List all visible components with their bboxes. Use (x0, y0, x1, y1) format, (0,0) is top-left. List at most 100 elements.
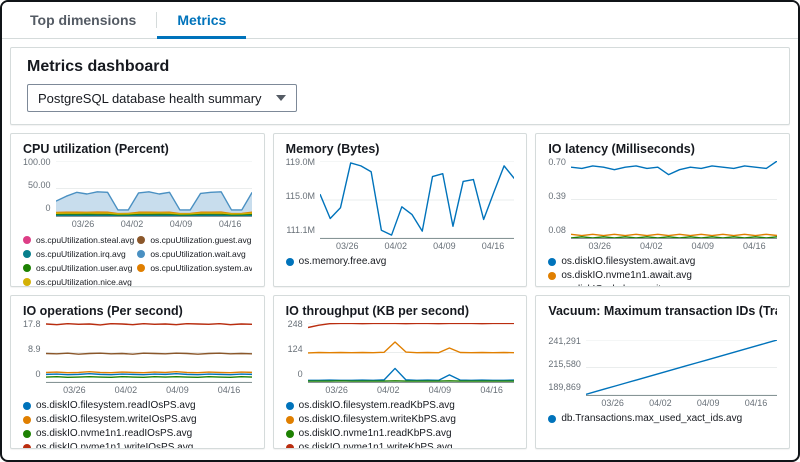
plot-area[interactable] (46, 323, 252, 383)
chart-title: IO latency (Milliseconds) (548, 142, 777, 156)
legend-label: os.cpuUtilization.user.avg (36, 262, 132, 274)
legend-item[interactable]: os.diskIO.filesystem.writeIOsPS.avg (23, 414, 197, 426)
x-axis-labels: 03/2604/0204/0904/16 (586, 396, 777, 408)
x-tick-label: 04/09 (166, 385, 189, 395)
legend-color-dot (23, 402, 31, 410)
y-tick-label: 8.9 (23, 344, 41, 354)
x-tick-label: 03/26 (325, 385, 348, 395)
x-tick-label: 04/02 (377, 385, 400, 395)
plot-area[interactable] (586, 340, 777, 396)
x-axis-labels: 03/2604/0204/0904/16 (320, 239, 514, 251)
plot-area[interactable] (308, 323, 515, 383)
legend-label: os.diskIO.nvme1n1.writeKbPS.avg (299, 442, 453, 449)
y-axis-labels: 17.88.90 (23, 319, 46, 379)
legend-color-dot (23, 250, 31, 258)
legend-label: os.diskIO.rdsdev.await.avg (561, 284, 680, 287)
legend-label: os.diskIO.nvme1n1.await.avg (561, 270, 692, 282)
card-cpu-utilization: CPU utilization (Percent) 100.0050.000 0… (10, 133, 265, 287)
y-axis-labels: 100.0050.000 (23, 157, 56, 213)
legend-label: os.diskIO.filesystem.readKbPS.avg (299, 400, 455, 412)
card-io-latency: IO latency (Milliseconds) 0.700.390.08 0… (535, 133, 790, 287)
legend-label: os.cpuUtilization.guest.avg (150, 234, 251, 246)
chart-title: CPU utilization (Percent) (23, 142, 252, 156)
tab-bar: Top dimensions Metrics (2, 2, 798, 39)
x-tick-label: 04/09 (433, 241, 456, 251)
legend-item[interactable]: os.diskIO.filesystem.readIOsPS.avg (23, 400, 196, 412)
chevron-down-icon (276, 95, 286, 101)
plot-area[interactable] (56, 161, 252, 217)
x-tick-label: 04/16 (743, 241, 766, 251)
legend-item[interactable]: os.cpuUtilization.system.avg (137, 262, 251, 274)
tab-metrics[interactable]: Metrics (157, 2, 246, 38)
x-tick-label: 03/26 (601, 398, 624, 408)
y-tick-label: 189,869 (548, 382, 581, 392)
plot-area[interactable] (320, 161, 514, 239)
legend-label: os.cpuUtilization.system.avg (150, 262, 251, 274)
chart-area: 0.700.390.08 03/2604/0204/0904/16 (548, 161, 777, 251)
legend-color-dot (548, 272, 556, 280)
y-tick-label: 111.1M (286, 225, 315, 235)
x-axis-labels: 03/26 04/02 04/09 04/16 (56, 217, 252, 229)
legend-item[interactable]: os.diskIO.filesystem.await.avg (548, 256, 695, 268)
chart-legend: os.diskIO.filesystem.readKbPS.avg os.disk… (286, 400, 515, 449)
dashboard-select[interactable]: PostgreSQL database health summary (27, 84, 297, 112)
tab-top-dimensions[interactable]: Top dimensions (10, 2, 156, 38)
x-tick-label: 04/09 (697, 398, 720, 408)
metrics-dashboard-panel: Metrics dashboard PostgreSQL database he… (10, 47, 790, 125)
x-tick-label: 04/02 (649, 398, 672, 408)
chart-area: 241,291215,580189,869 03/2604/0204/0904/… (548, 340, 777, 408)
legend-label: os.diskIO.nvme1n1.writeIOsPS.avg (36, 442, 193, 449)
legend-item[interactable]: os.diskIO.filesystem.writeKbPS.avg (286, 414, 456, 426)
x-tick-label: 03/26 (72, 219, 95, 229)
y-tick-label: 124 (286, 344, 303, 354)
legend-label: os.memory.free.avg (299, 256, 387, 268)
card-io-throughput: IO throughput (KB per second) 2481240 03… (273, 295, 528, 449)
x-tick-label: 04/16 (480, 385, 503, 395)
content-area: Metrics dashboard PostgreSQL database he… (2, 39, 798, 457)
x-tick-label: 04/16 (482, 241, 505, 251)
y-tick-label: 17.8 (23, 319, 41, 329)
legend-color-dot (548, 415, 556, 423)
legend-item[interactable]: os.diskIO.nvme1n1.await.avg (548, 270, 692, 282)
x-tick-label: 04/02 (121, 219, 144, 229)
legend-color-dot (23, 444, 31, 449)
x-tick-label: 04/09 (429, 385, 452, 395)
plot-area[interactable] (571, 161, 777, 239)
legend-item[interactable]: os.cpuUtilization.guest.avg (137, 234, 251, 246)
legend-label: db.Transactions.max_used_xact_ids.avg (561, 413, 742, 425)
legend-item[interactable]: os.diskIO.rdsdev.await.avg (548, 284, 680, 287)
legend-item[interactable]: db.Transactions.max_used_xact_ids.avg (548, 413, 742, 425)
legend-item[interactable]: os.diskIO.nvme1n1.readIOsPS.avg (23, 428, 192, 440)
legend-item[interactable]: os.diskIO.nvme1n1.readKbPS.avg (286, 428, 452, 440)
chart-legend: os.memory.free.avg (286, 256, 515, 268)
card-vacuum-transactions: Vacuum: Maximum transaction IDs (Transac… (535, 295, 790, 449)
legend-label: os.diskIO.filesystem.readIOsPS.avg (36, 400, 196, 412)
y-tick-label: 100.00 (23, 157, 51, 167)
chart-area: 2481240 03/2604/0204/0904/16 (286, 323, 515, 395)
legend-label: os.diskIO.filesystem.writeKbPS.avg (299, 414, 456, 426)
legend-label: os.diskIO.filesystem.writeIOsPS.avg (36, 414, 197, 426)
y-axis-labels: 241,291215,580189,869 (548, 336, 586, 392)
legend-item[interactable]: os.memory.free.avg (286, 256, 387, 268)
legend-item[interactable]: os.cpuUtilization.user.avg (23, 262, 137, 274)
legend-item[interactable]: os.diskIO.nvme1n1.writeIOsPS.avg (23, 442, 193, 449)
x-axis-labels: 03/2604/0204/0904/16 (571, 239, 777, 251)
legend-item[interactable]: os.cpuUtilization.nice.avg (23, 276, 137, 287)
y-tick-label: 0.08 (548, 225, 566, 235)
x-axis-labels: 03/2604/0204/0904/16 (46, 383, 252, 395)
legend-item[interactable]: os.cpuUtilization.wait.avg (137, 248, 251, 260)
legend-item[interactable]: os.diskIO.nvme1n1.writeKbPS.avg (286, 442, 453, 449)
x-tick-label: 04/16 (219, 219, 242, 229)
legend-item[interactable]: os.cpuUtilization.irq.avg (23, 248, 137, 260)
x-tick-label: 03/26 (63, 385, 86, 395)
x-tick-label: 03/26 (336, 241, 359, 251)
legend-item[interactable]: os.diskIO.filesystem.readKbPS.avg (286, 400, 455, 412)
legend-color-dot (286, 402, 294, 410)
x-tick-label: 04/02 (115, 385, 138, 395)
legend-item[interactable]: os.cpuUtilization.steal.avg (23, 234, 137, 246)
x-tick-label: 04/09 (170, 219, 193, 229)
legend-color-dot (286, 416, 294, 424)
chart-title: Vacuum: Maximum transaction IDs (Transac… (548, 304, 777, 318)
chart-legend: db.Transactions.max_used_xact_ids.avg (548, 413, 777, 425)
legend-label: os.cpuUtilization.wait.avg (150, 248, 245, 260)
